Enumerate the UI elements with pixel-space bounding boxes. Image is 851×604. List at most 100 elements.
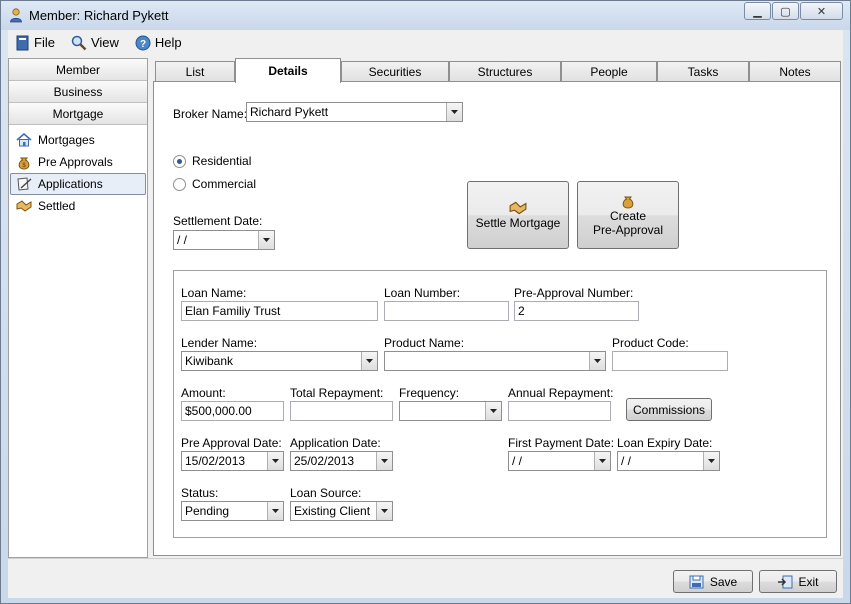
tab-strip: List Details Securities Structures Peopl…: [155, 58, 843, 83]
tab-securities-label: Securities: [368, 65, 422, 79]
chevron-down-icon: [485, 402, 501, 420]
residential-radio[interactable]: Residential: [173, 154, 251, 168]
tab-structures[interactable]: Structures: [449, 61, 561, 82]
broker-name-value: Richard Pykett: [250, 105, 329, 119]
minimize-button[interactable]: ▁: [744, 2, 771, 20]
save-button[interactable]: Save: [673, 570, 753, 593]
chevron-down-icon: [589, 352, 605, 370]
chevron-down-icon: [361, 352, 377, 370]
magnifier-icon: [71, 35, 87, 50]
tab-securities[interactable]: Securities: [341, 61, 449, 82]
loan-name-field[interactable]: Elan Familiy Trust: [181, 301, 378, 321]
loan-expiry-date-label: Loan Expiry Date:: [617, 436, 713, 450]
nav-item-settled-label: Settled: [38, 199, 76, 213]
broker-name-select[interactable]: Richard Pykett: [246, 102, 463, 122]
preapproval-date-label: Pre Approval Date:: [181, 436, 282, 450]
preapproval-number-label: Pre-Approval Number:: [514, 286, 634, 300]
nav-header-member[interactable]: Member: [9, 59, 147, 81]
lender-name-select[interactable]: Kiwibank: [181, 351, 378, 371]
total-repayment-field[interactable]: [290, 401, 393, 421]
amount-label: Amount:: [181, 386, 226, 400]
preapproval-date-picker[interactable]: 15/02/2013: [181, 451, 284, 471]
application-date-label: Application Date:: [290, 436, 381, 450]
tab-details[interactable]: Details: [235, 58, 341, 83]
create-pre-approval-button[interactable]: Create Pre-Approval: [577, 181, 679, 249]
member-icon: [10, 8, 22, 23]
commissions-button[interactable]: Commissions: [626, 398, 712, 421]
tab-list-label: List: [185, 65, 205, 79]
status-select[interactable]: Pending: [181, 501, 284, 521]
exit-button[interactable]: Exit: [759, 570, 837, 593]
nav-item-settled[interactable]: Settled: [10, 195, 146, 217]
product-name-select[interactable]: [384, 351, 606, 371]
menu-file[interactable]: File: [16, 35, 55, 51]
commercial-radio[interactable]: Commercial: [173, 177, 256, 191]
loan-number-label: Loan Number:: [384, 286, 461, 300]
nav-item-pre-approvals[interactable]: $ Pre Approvals: [10, 151, 146, 173]
tab-structures-label: Structures: [477, 65, 533, 79]
money-bag-icon: $: [15, 154, 33, 170]
footer-divider: [8, 558, 843, 559]
product-code-field[interactable]: [612, 351, 728, 371]
preapproval-number-field[interactable]: 2: [514, 301, 639, 321]
menu-help[interactable]: ? Help: [135, 35, 182, 51]
commissions-label: Commissions: [632, 402, 705, 417]
annual-repayment-field[interactable]: [508, 401, 611, 421]
handshake-icon: [509, 201, 527, 215]
application-date-picker[interactable]: 25/02/2013: [290, 451, 393, 471]
document-pen-icon: [15, 176, 33, 192]
tab-tasks[interactable]: Tasks: [657, 61, 749, 82]
product-code-label: Product Code:: [612, 336, 689, 350]
loan-source-value: Existing Client: [294, 504, 371, 518]
loan-details-group: Loan Name: Elan Familiy Trust Loan Numbe…: [173, 270, 827, 538]
chevron-down-icon: [376, 452, 392, 470]
chevron-down-icon: [267, 452, 283, 470]
status-value: Pending: [185, 504, 230, 518]
loan-expiry-date-picker[interactable]: / /: [617, 451, 720, 471]
loan-number-field[interactable]: [384, 301, 509, 321]
help-icon: ?: [135, 35, 151, 50]
settle-mortgage-button[interactable]: Settle Mortgage: [467, 181, 569, 249]
tab-tasks-label: Tasks: [687, 65, 719, 79]
nav-item-applications[interactable]: Applications: [10, 173, 146, 195]
exit-icon: [778, 575, 793, 588]
first-payment-date-label: First Payment Date:: [508, 436, 615, 450]
nav-header-mortgage[interactable]: Mortgage: [9, 103, 147, 125]
chevron-down-icon: [258, 231, 274, 249]
chevron-down-icon: [703, 452, 719, 470]
chevron-down-icon: [267, 502, 283, 520]
menu-help-label: Help: [154, 35, 182, 50]
nav-header-business-label: Business: [53, 84, 103, 99]
save-icon: [689, 575, 704, 588]
tab-details-label: Details: [268, 64, 308, 78]
frequency-label: Frequency:: [399, 386, 460, 400]
loan-name-label: Loan Name:: [181, 286, 247, 300]
loan-source-select[interactable]: Existing Client: [290, 501, 393, 521]
lender-name-value: Kiwibank: [185, 354, 234, 368]
chevron-down-icon: [446, 103, 462, 121]
frequency-select[interactable]: [399, 401, 502, 421]
nav-item-mortgages[interactable]: Mortgages: [10, 129, 146, 151]
first-payment-date-value: / /: [512, 454, 523, 468]
menu-bar: File View ? Help: [8, 30, 843, 55]
title-bar: Member: Richard Pykett ▁ ▢ ✕: [1, 1, 850, 30]
tab-notes[interactable]: Notes: [749, 61, 841, 82]
first-payment-date-picker[interactable]: / /: [508, 451, 611, 471]
menu-file-label: File: [34, 35, 55, 50]
settlement-date-picker[interactable]: / /: [173, 230, 275, 250]
total-repayment-label: Total Repayment:: [290, 386, 384, 400]
left-navigation: Member Business Mortgage Mortgages $ Pre…: [8, 58, 148, 558]
amount-field[interactable]: $500,000.00: [181, 401, 284, 421]
chevron-down-icon: [376, 502, 392, 520]
save-label: Save: [709, 574, 738, 589]
tab-list[interactable]: List: [155, 61, 235, 82]
annual-repayment-label: Annual Repayment:: [508, 386, 614, 400]
app-window: Member: Richard Pykett ▁ ▢ ✕ File View ?: [0, 0, 851, 604]
radio-dot: [173, 177, 186, 191]
file-icon: [16, 35, 29, 50]
nav-header-business[interactable]: Business: [9, 81, 147, 103]
tab-people[interactable]: People: [561, 61, 657, 82]
close-button[interactable]: ✕: [800, 2, 843, 20]
maximize-button[interactable]: ▢: [772, 2, 799, 20]
menu-view[interactable]: View: [71, 35, 119, 51]
